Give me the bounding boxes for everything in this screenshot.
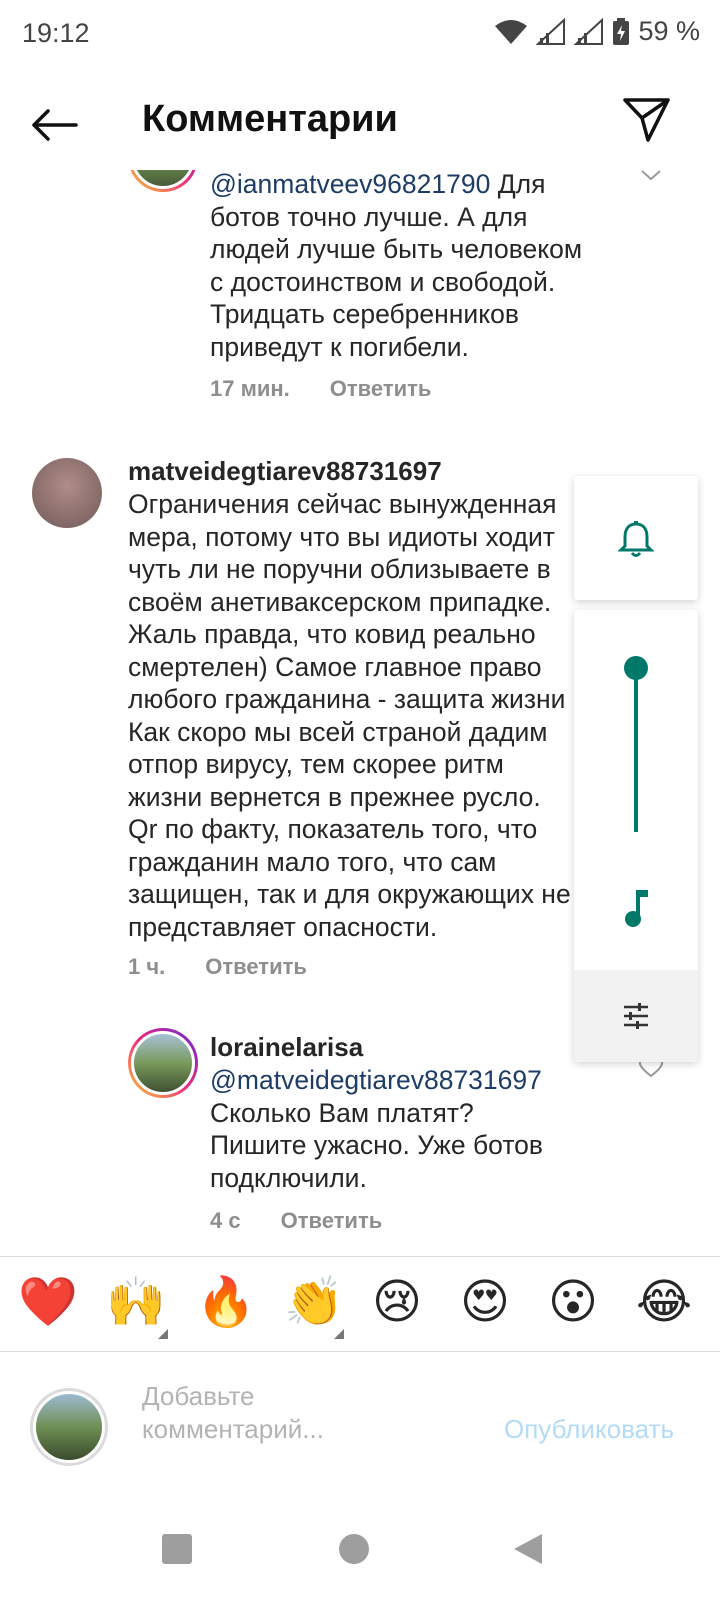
comment-username[interactable]: matveidegtiarev88731697: [128, 456, 442, 487]
share-button[interactable]: [622, 96, 678, 152]
status-bar: 19:12 59 %: [0, 0, 720, 64]
comment-time: 17 мин.: [210, 376, 290, 401]
heart-icon[interactable]: [640, 168, 662, 182]
volume-slider[interactable]: [634, 668, 638, 832]
app-header: Комментарии: [0, 80, 720, 170]
skin-tone-indicator: [334, 1329, 344, 1339]
mention-link[interactable]: @ianmatveev96821790: [210, 169, 490, 199]
comment-meta: 1 ч. Ответить: [128, 954, 307, 980]
battery-percent: 59 %: [638, 16, 700, 46]
page-title: Комментарии: [142, 98, 398, 140]
comment-time: 4 с: [210, 1208, 241, 1233]
comment-text: @matveidegtiarev88731697 Сколько Вам пла…: [210, 1065, 543, 1193]
reaction-clapping[interactable]: 👏: [284, 1275, 344, 1331]
reaction-laughing[interactable]: 😂: [636, 1275, 692, 1331]
reaction-heart-eyes[interactable]: 😍: [460, 1275, 510, 1331]
music-note-icon: [625, 890, 648, 927]
back-nav-icon[interactable]: [512, 1532, 544, 1566]
volume-panel: [574, 610, 698, 1062]
reaction-crying[interactable]: 😢: [372, 1275, 422, 1331]
publish-button[interactable]: Опубликовать: [504, 1414, 674, 1445]
avatar[interactable]: [32, 458, 102, 528]
reply-button[interactable]: Ответить: [281, 1208, 383, 1234]
battery-icon: [613, 17, 630, 45]
bell-icon: [618, 521, 654, 557]
reaction-heart[interactable]: ❤️: [18, 1275, 78, 1331]
status-icons: 59 %: [494, 16, 700, 47]
comment-composer: Добавьте комментарий... Опубликовать: [0, 1352, 720, 1502]
reaction-fire[interactable]: 🔥: [196, 1275, 256, 1331]
reply-button[interactable]: Ответить: [330, 376, 432, 402]
comment-time: 1 ч.: [128, 954, 166, 979]
skin-tone-indicator: [158, 1329, 168, 1339]
recents-button[interactable]: [162, 1534, 192, 1564]
quick-reactions-bar: ❤️ 🙌 🔥 👏 😢 😍 😮 😂: [0, 1256, 720, 1352]
reaction-raising-hands[interactable]: 🙌: [106, 1275, 166, 1331]
signal-icon-2: [574, 17, 604, 45]
comment-username[interactable]: lorainelarisa: [210, 1032, 363, 1063]
reaction-surprised[interactable]: 😮: [548, 1275, 598, 1331]
comment-reply-1: @ianmatveev96821790 Для ботов точно лучш…: [0, 122, 720, 410]
comment-input[interactable]: Добавьте комментарий...: [142, 1380, 324, 1446]
back-arrow-icon: [32, 109, 78, 141]
back-button[interactable]: [24, 100, 84, 150]
equalizer-icon: [624, 1003, 648, 1029]
volume-settings-button[interactable]: [574, 970, 698, 1062]
wifi-icon: [495, 19, 528, 44]
comment-text: @ianmatveev96821790 Для ботов точно лучш…: [210, 169, 583, 362]
ringer-mode-button[interactable]: [574, 476, 698, 600]
avatar[interactable]: [128, 1028, 198, 1098]
send-icon: [623, 98, 670, 142]
comment-meta: 4 с Ответить: [210, 1208, 382, 1234]
signal-icon: [536, 17, 566, 45]
home-button[interactable]: [339, 1534, 369, 1564]
mention-link[interactable]: @matveidegtiarev88731697: [210, 1065, 542, 1095]
system-nav-bar: [0, 1500, 720, 1600]
my-avatar: [30, 1388, 108, 1466]
volume-slider-thumb[interactable]: [624, 656, 648, 680]
comment-meta: 17 мин. Ответить: [210, 376, 431, 402]
reply-button[interactable]: Ответить: [205, 954, 307, 980]
status-time: 19:12: [22, 18, 90, 48]
comment-text: Ограничения сейчас вынужденная мера, пот…: [128, 489, 571, 942]
